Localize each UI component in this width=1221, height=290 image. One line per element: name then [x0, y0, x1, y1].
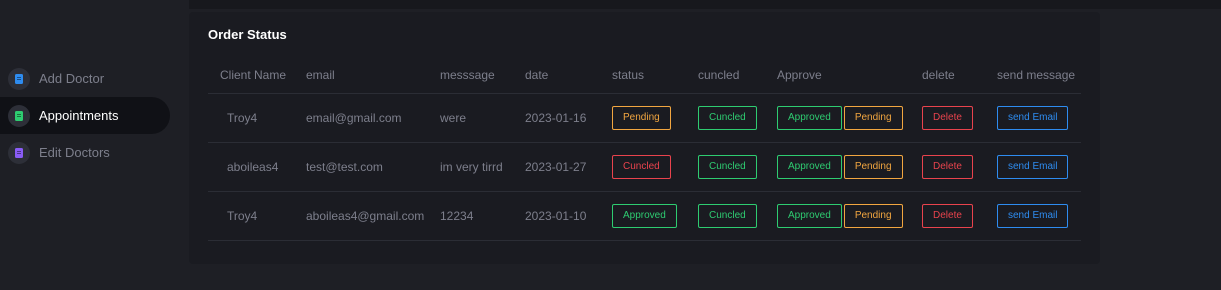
table-row: Troy4 email@gmail.com were 2023-01-16 Pe…: [208, 93, 1081, 143]
column-header-date: date: [513, 58, 600, 94]
calendar-icon: [8, 104, 30, 127]
sidebar: Add Doctor Appointments Edit Doctors: [0, 60, 176, 171]
edit-icon: [8, 141, 30, 164]
approve-button[interactable]: Approved: [777, 154, 842, 179]
column-header-email: email: [294, 58, 428, 94]
cuncled-button[interactable]: Cuncled: [698, 154, 757, 179]
sidebar-item-appointments[interactable]: Appointments: [0, 97, 170, 134]
column-header-message: messsage: [428, 58, 513, 94]
cell-message: im very tirrd: [428, 142, 513, 192]
cell-message: 12234: [428, 191, 513, 241]
cell-delete: Delete: [910, 191, 985, 241]
pending-button[interactable]: Pending: [843, 105, 903, 130]
cell-status: Pending: [600, 93, 686, 143]
approve-button[interactable]: Approved: [777, 105, 842, 130]
send-email-button[interactable]: send Email: [997, 154, 1069, 179]
card-title: Order Status: [208, 27, 287, 42]
column-header-approve: Approve: [765, 58, 910, 94]
column-header-status: status: [600, 58, 686, 94]
status-badge: Pending: [612, 105, 671, 130]
column-header-cuncled: cuncled: [686, 58, 765, 94]
table-header-row: Client Name email messsage date status c…: [208, 58, 1081, 94]
column-header-delete: delete: [910, 58, 985, 94]
column-header-send-message: send message: [985, 58, 1081, 94]
cell-approve: Approved Pending: [765, 93, 910, 143]
pending-button[interactable]: Pending: [843, 203, 903, 228]
approve-button[interactable]: Approved: [777, 203, 842, 228]
cell-delete: Delete: [910, 93, 985, 143]
delete-button[interactable]: Delete: [922, 203, 973, 228]
cell-email: email@gmail.com: [294, 93, 428, 143]
send-email-button[interactable]: send Email: [997, 105, 1069, 130]
cell-send-message: send Email: [985, 142, 1081, 192]
table-row: Troy4 aboileas4@gmail.com 12234 2023-01-…: [208, 191, 1081, 241]
cell-approve: Approved Pending: [765, 142, 910, 192]
status-badge: Approved: [612, 203, 677, 228]
cell-approve: Approved Pending: [765, 191, 910, 241]
order-status-card: Order Status Client Name email messsage …: [189, 12, 1100, 264]
cell-date: 2023-01-27: [513, 142, 600, 192]
cell-status: Approved: [600, 191, 686, 241]
sidebar-item-label: Add Doctor: [39, 71, 105, 86]
cell-message: were: [428, 93, 513, 143]
cell-date: 2023-01-10: [513, 191, 600, 241]
delete-button[interactable]: Delete: [922, 154, 973, 179]
orders-table: Client Name email messsage date status c…: [208, 58, 1081, 241]
cuncled-button[interactable]: Cuncled: [698, 203, 757, 228]
cell-send-message: send Email: [985, 93, 1081, 143]
cell-cuncled: Cuncled: [686, 93, 765, 143]
cell-client-name: Troy4: [208, 93, 294, 143]
cuncled-button[interactable]: Cuncled: [698, 105, 757, 130]
cell-delete: Delete: [910, 142, 985, 192]
cell-status: Cuncled: [600, 142, 686, 192]
pending-button[interactable]: Pending: [843, 154, 903, 179]
sidebar-item-label: Appointments: [39, 108, 119, 123]
cell-email: aboileas4@gmail.com: [294, 191, 428, 241]
cell-email: test@test.com: [294, 142, 428, 192]
top-bar: [189, 0, 1221, 9]
sidebar-item-label: Edit Doctors: [39, 145, 110, 160]
cell-cuncled: Cuncled: [686, 191, 765, 241]
cell-cuncled: Cuncled: [686, 142, 765, 192]
send-email-button[interactable]: send Email: [997, 203, 1069, 228]
column-header-client-name: Client Name: [208, 58, 294, 94]
cell-send-message: send Email: [985, 191, 1081, 241]
status-badge: Cuncled: [612, 154, 671, 179]
cell-date: 2023-01-16: [513, 93, 600, 143]
sidebar-item-add-doctor[interactable]: Add Doctor: [0, 60, 176, 97]
cell-client-name: aboileas4: [208, 142, 294, 192]
doctor-icon: [8, 67, 30, 90]
delete-button[interactable]: Delete: [922, 105, 973, 130]
sidebar-item-edit-doctors[interactable]: Edit Doctors: [0, 134, 176, 171]
cell-client-name: Troy4: [208, 191, 294, 241]
table-row: aboileas4 test@test.com im very tirrd 20…: [208, 142, 1081, 192]
